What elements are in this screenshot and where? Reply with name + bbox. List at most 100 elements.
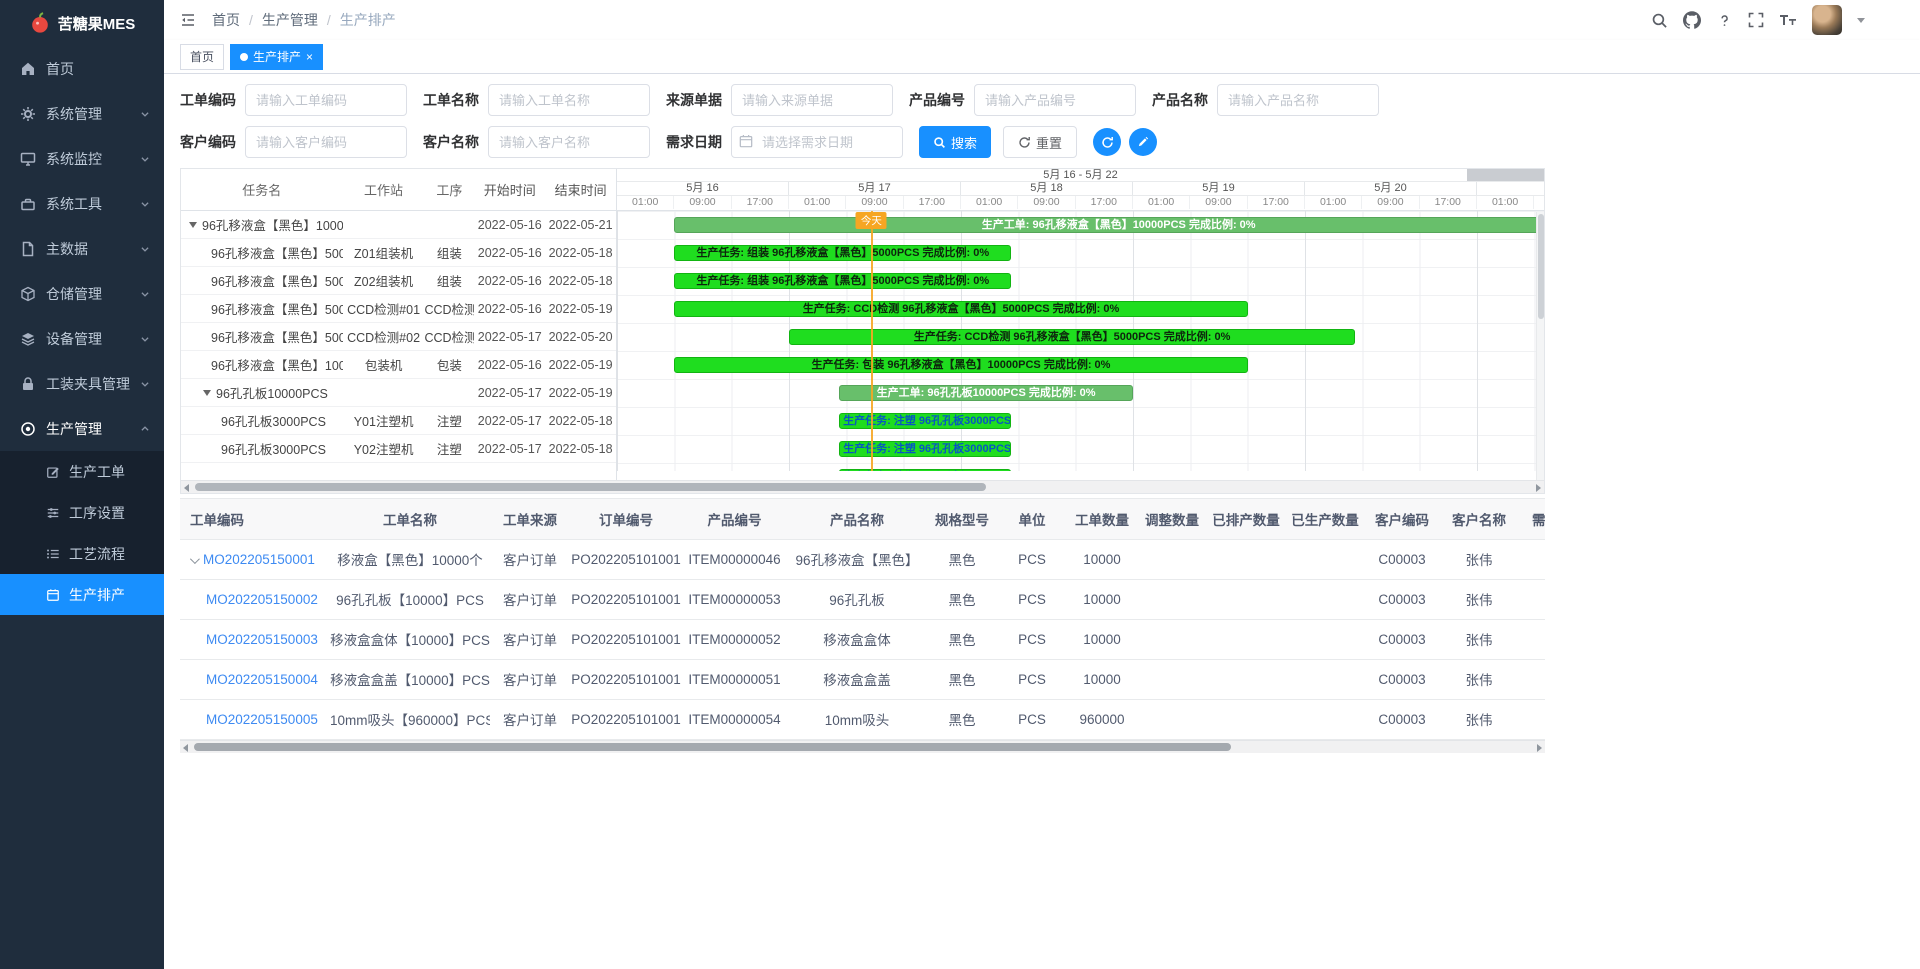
gantt-row[interactable]: 96孔移液盒【黑色】5000PCS CCD检测#02 CCD检测 2022-05… bbox=[181, 323, 616, 351]
sidebar-item-system-tools[interactable]: 系统工具 bbox=[0, 181, 164, 226]
fullscreen-icon[interactable] bbox=[1748, 12, 1764, 28]
table-row[interactable]: MO202205150002 96孔孔板【10000】PCS 客户订单 PO20… bbox=[180, 579, 1545, 619]
breadcrumb-home[interactable]: 首页 bbox=[212, 10, 240, 30]
customer-name-input[interactable] bbox=[488, 126, 650, 158]
gantt-bar-workorder[interactable]: 生产工单: 96孔孔板10000PCS 完成比例: 0% bbox=[839, 385, 1133, 401]
gantt-bar-workorder[interactable]: 生产工单: 96孔移液盒【黑色】10000PCS 完成比例: 0% bbox=[674, 217, 1544, 233]
gantt-row[interactable]: 96孔移液盒【黑色】10000PCS 包装机 包装 2022-05-16 202… bbox=[181, 351, 616, 379]
workorder-link[interactable]: MO202205150004 bbox=[206, 672, 318, 687]
workorder-link[interactable]: MO202205150003 bbox=[206, 632, 318, 647]
scrollbar-thumb[interactable] bbox=[195, 483, 986, 491]
gantt-bar-task[interactable]: 生产任务: CCD检测 96孔移液盒【黑色】5000PCS 完成比例: 0% bbox=[674, 301, 1247, 317]
help-icon[interactable] bbox=[1716, 12, 1733, 29]
collapse-triangle-icon[interactable] bbox=[203, 390, 211, 396]
gantt-bar-task[interactable]: 生产任务: 组装 96孔移液盒【黑色】5000PCS 完成比例: 0% bbox=[674, 245, 1011, 261]
gantt-bar-task[interactable]: 生产任务: 包装 96孔移液盒【黑色】10000PCS 完成比例: 0% bbox=[674, 357, 1247, 373]
table-row[interactable]: MO202205150005 10mm吸头【960000】PCS 客户订单 PO… bbox=[180, 699, 1545, 739]
workorder-link[interactable]: MO202205150001 bbox=[203, 552, 315, 567]
table-row[interactable]: MO202205150003 移液盒盒体【10000】PCS 客户订单 PO20… bbox=[180, 619, 1545, 659]
search-button[interactable]: 搜索 bbox=[919, 126, 991, 158]
product-code-input[interactable] bbox=[974, 84, 1136, 116]
sidebar: 苦糖果MES 首页 系统管理 系统监控 系统工具 主数据 仓储管理 设备管理 工… bbox=[0, 0, 164, 969]
customer-code-input[interactable] bbox=[245, 126, 407, 158]
sliders-icon bbox=[46, 506, 60, 520]
user-caret-down-icon[interactable] bbox=[1857, 18, 1865, 23]
filter-product-code: 产品编号 bbox=[909, 84, 1136, 116]
workorder-code-input[interactable] bbox=[245, 84, 407, 116]
tab-production-scheduling[interactable]: 生产排产 × bbox=[230, 44, 323, 70]
tab-home[interactable]: 首页 bbox=[180, 44, 224, 70]
font-size-icon[interactable] bbox=[1779, 12, 1797, 28]
demand-date-input[interactable] bbox=[731, 126, 903, 158]
breadcrumb-production[interactable]: 生产管理 bbox=[262, 10, 318, 30]
table-row[interactable]: MO202205150001 移液盒【黑色】10000个 客户订单 PO2022… bbox=[180, 539, 1545, 579]
app-logo[interactable]: 苦糖果MES bbox=[0, 0, 164, 46]
edit-circle-button[interactable] bbox=[1129, 128, 1157, 156]
workorder-link[interactable]: MO202205150002 bbox=[206, 592, 318, 607]
gantt-row[interactable]: 96孔移液盒【黑色】5000PCS Z01组装机 组装 2022-05-16 2… bbox=[181, 239, 616, 267]
schedule-icon bbox=[46, 588, 60, 602]
sidebar-toggle-icon[interactable] bbox=[180, 12, 196, 28]
gantt-bar-task[interactable]: 生产任务: CCD检测 96孔移液盒【黑色】5000PCS 完成比例: 0% bbox=[789, 329, 1355, 345]
sidebar-item-master-data[interactable]: 主数据 bbox=[0, 226, 164, 271]
table-horizontal-scrollbar[interactable] bbox=[180, 740, 1545, 753]
gantt-row[interactable]: 96孔孔板3000PCS Y03注塑机 注塑 2022-05-17 2022-0… bbox=[181, 463, 616, 471]
sidebar-item-fixtures[interactable]: 工装夹具管理 bbox=[0, 361, 164, 406]
sidebar-item-warehouse[interactable]: 仓储管理 bbox=[0, 271, 164, 316]
gantt-row[interactable]: 96孔孔板3000PCS Y02注塑机 注塑 2022-05-17 2022-0… bbox=[181, 435, 616, 463]
berry-logo-icon bbox=[29, 12, 51, 34]
filter-row-1: 工单编码 工单名称 来源单据 产品编号 产品名称 bbox=[180, 84, 1904, 116]
gantt-bar-task[interactable]: 生产任务: 组装 96孔移液盒【黑色】5000PCS 完成比例: 0% bbox=[674, 273, 1011, 289]
github-icon[interactable] bbox=[1683, 11, 1701, 29]
sidebar-item-process-flow[interactable]: 工艺流程 bbox=[0, 533, 164, 574]
gantt-row[interactable]: 96孔移液盒【黑色】10000PCS 2022-05-16 2022-05-21 bbox=[181, 211, 616, 239]
tab-close-icon[interactable]: × bbox=[306, 51, 313, 63]
chevron-down-icon bbox=[140, 379, 150, 389]
refresh-circle-button[interactable] bbox=[1093, 128, 1121, 156]
breadcrumb-current: 生产排产 bbox=[340, 10, 396, 30]
chevron-down-icon bbox=[140, 154, 150, 164]
scroll-right-arrow-icon[interactable] bbox=[1537, 744, 1542, 752]
expand-chevron-icon[interactable] bbox=[190, 554, 200, 564]
today-label: 今天 bbox=[856, 212, 887, 229]
scroll-left-arrow-icon[interactable] bbox=[184, 484, 189, 492]
gantt-chart-area: 今天 生产工单: 96孔移液盒【黑色】10000PCS 完成比例: 0% 生产任… bbox=[617, 211, 1544, 471]
sidebar-item-process-settings[interactable]: 工序设置 bbox=[0, 492, 164, 533]
sidebar-item-production-scheduling[interactable]: 生产排产 bbox=[0, 574, 164, 615]
sidebar-item-work-orders[interactable]: 生产工单 bbox=[0, 451, 164, 492]
gantt-timeline-header: 5月 16 - 5月 22 5月 16 5月 17 5月 18 5月 19 5月… bbox=[617, 169, 1544, 211]
gantt-horizontal-scrollbar[interactable] bbox=[181, 480, 1544, 493]
sidebar-item-home[interactable]: 首页 bbox=[0, 46, 164, 91]
gantt-row[interactable]: 96孔移液盒【黑色】5000PCS CCD检测#01 CCD检测 2022-05… bbox=[181, 295, 616, 323]
scrollbar-thumb[interactable] bbox=[194, 743, 1231, 751]
source-doc-input[interactable] bbox=[731, 84, 893, 116]
collapse-triangle-icon[interactable] bbox=[189, 222, 197, 228]
work-orders-table: 工单编码 工单名称 工单来源 订单编号 产品编号 产品名称 规格型号 单位 工单… bbox=[180, 498, 1545, 753]
scroll-left-arrow-icon[interactable] bbox=[183, 744, 188, 752]
workorder-link[interactable]: MO202205150005 bbox=[206, 712, 318, 727]
sidebar-item-production[interactable]: 生产管理 bbox=[0, 406, 164, 451]
gantt-row[interactable]: 96孔移液盒【黑色】5000PCS Z02组装机 组装 2022-05-16 2… bbox=[181, 267, 616, 295]
gantt-row[interactable]: 96孔孔板10000PCS 2022-05-17 2022-05-19 bbox=[181, 379, 616, 407]
filter-customer-name: 客户名称 bbox=[423, 126, 650, 158]
scroll-right-arrow-icon[interactable] bbox=[1536, 484, 1541, 492]
product-name-input[interactable] bbox=[1217, 84, 1379, 116]
table-row[interactable]: MO202205150004 移液盒盒盖【10000】PCS 客户订单 PO20… bbox=[180, 659, 1545, 699]
gantt-timeline: 5月 16 - 5月 22 5月 16 5月 17 5月 18 5月 19 5月… bbox=[617, 169, 1544, 493]
workorder-name-input[interactable] bbox=[488, 84, 650, 116]
search-icon[interactable] bbox=[1651, 12, 1668, 29]
sidebar-item-system-monitor[interactable]: 系统监控 bbox=[0, 136, 164, 181]
gantt-row[interactable]: 96孔孔板3000PCS Y01注塑机 注塑 2022-05-17 2022-0… bbox=[181, 407, 616, 435]
breadcrumb: 首页 / 生产管理 / 生产排产 bbox=[212, 10, 396, 30]
sidebar-item-equipment[interactable]: 设备管理 bbox=[0, 316, 164, 361]
sidebar-item-system-admin[interactable]: 系统管理 bbox=[0, 91, 164, 136]
scrollbar-thumb[interactable] bbox=[1538, 214, 1544, 319]
reset-button[interactable]: 重置 bbox=[1003, 126, 1077, 158]
today-line bbox=[871, 211, 873, 471]
user-avatar[interactable] bbox=[1812, 5, 1842, 35]
gear-icon bbox=[20, 106, 36, 122]
gantt-vertical-scrollbar[interactable] bbox=[1536, 212, 1544, 480]
gantt-bar-task[interactable]: 生产任务: 注塑 96孔孔板3000PCS 完成比例: 0% bbox=[839, 413, 1011, 429]
gantt-bar-task[interactable]: 生产任务: 注塑 96孔孔板3000PCS 完成比例: 0% bbox=[839, 469, 1011, 471]
gantt-bar-task[interactable]: 生产任务: 注塑 96孔孔板3000PCS 完成比例: 0% bbox=[839, 441, 1011, 457]
